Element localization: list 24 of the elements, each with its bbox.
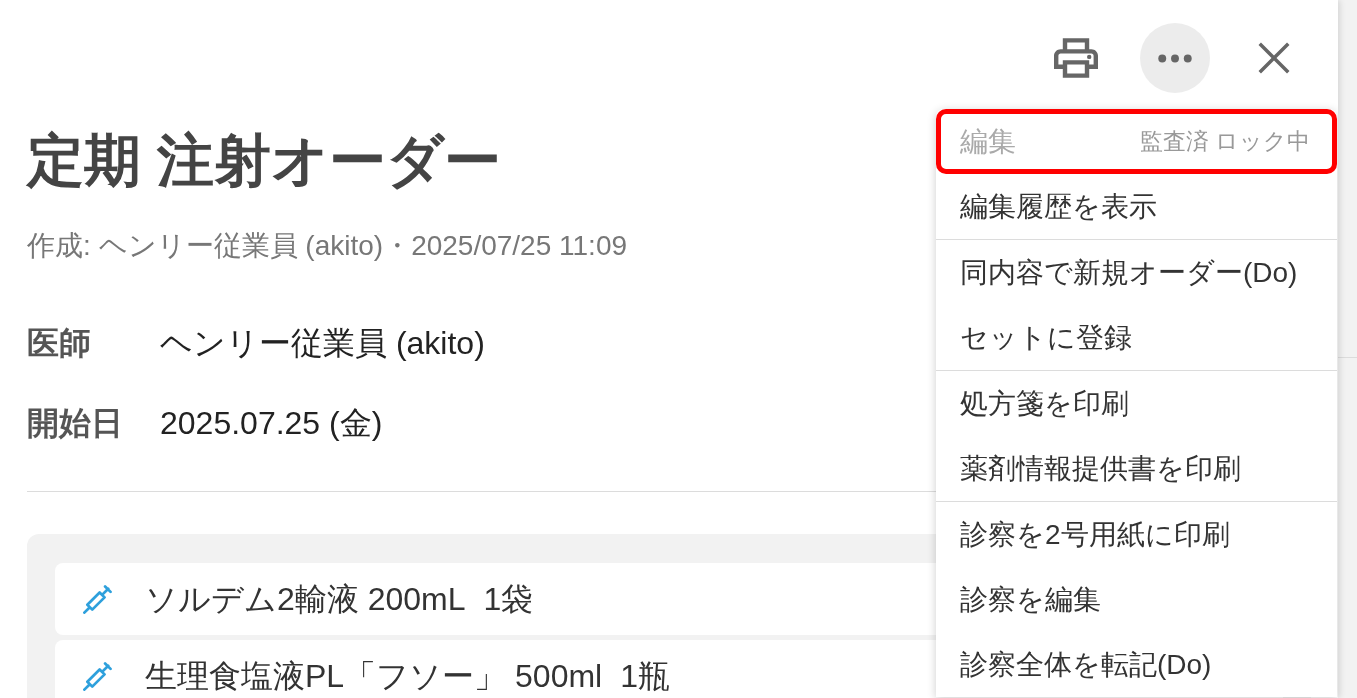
syringe-icon [83, 584, 113, 614]
menu-item[interactable]: 薬剤情報提供書を印刷 [936, 436, 1337, 501]
status-text: 監査済 ロック中 [1139, 127, 1310, 156]
menu-item[interactable]: 診察を2号用紙に印刷 [936, 502, 1337, 567]
medication-quantity: 1瓶 [620, 657, 670, 696]
field-label: 開始日 [27, 404, 124, 443]
close-icon [1258, 42, 1290, 74]
menu-item[interactable]: 処方箋を印刷 [936, 371, 1337, 436]
medication-quantity: 1袋 [483, 580, 534, 619]
syringe-icon [83, 661, 113, 691]
order-title: 定期 注射オーダー [27, 128, 501, 192]
medication-name: 生理食塩液PL「フソー」 500ml [145, 657, 603, 696]
menu-item[interactable]: セットに登録 [936, 305, 1337, 370]
field-label: 医師 [27, 324, 92, 363]
field-value: ヘンリー従業員 (akito) [160, 324, 485, 363]
menu-item[interactable]: 同内容で新規オーダー(Do) [936, 240, 1337, 305]
field-value: 2025.07.25 (金) [160, 404, 384, 443]
created-info: 作成: ヘンリー従業員 (akito)・2025/07/25 11:09 [27, 229, 628, 263]
menu-item[interactable]: 編集履歴を表示 [936, 174, 1337, 239]
medication-name: ソルデム2輸液 200mL [145, 580, 466, 619]
menu-item[interactable]: 診察全体を転記(Do) [936, 632, 1337, 697]
printer-icon [1054, 38, 1098, 78]
menu-item[interactable]: 診察を編集 [936, 567, 1337, 632]
more-icon [1158, 53, 1192, 63]
